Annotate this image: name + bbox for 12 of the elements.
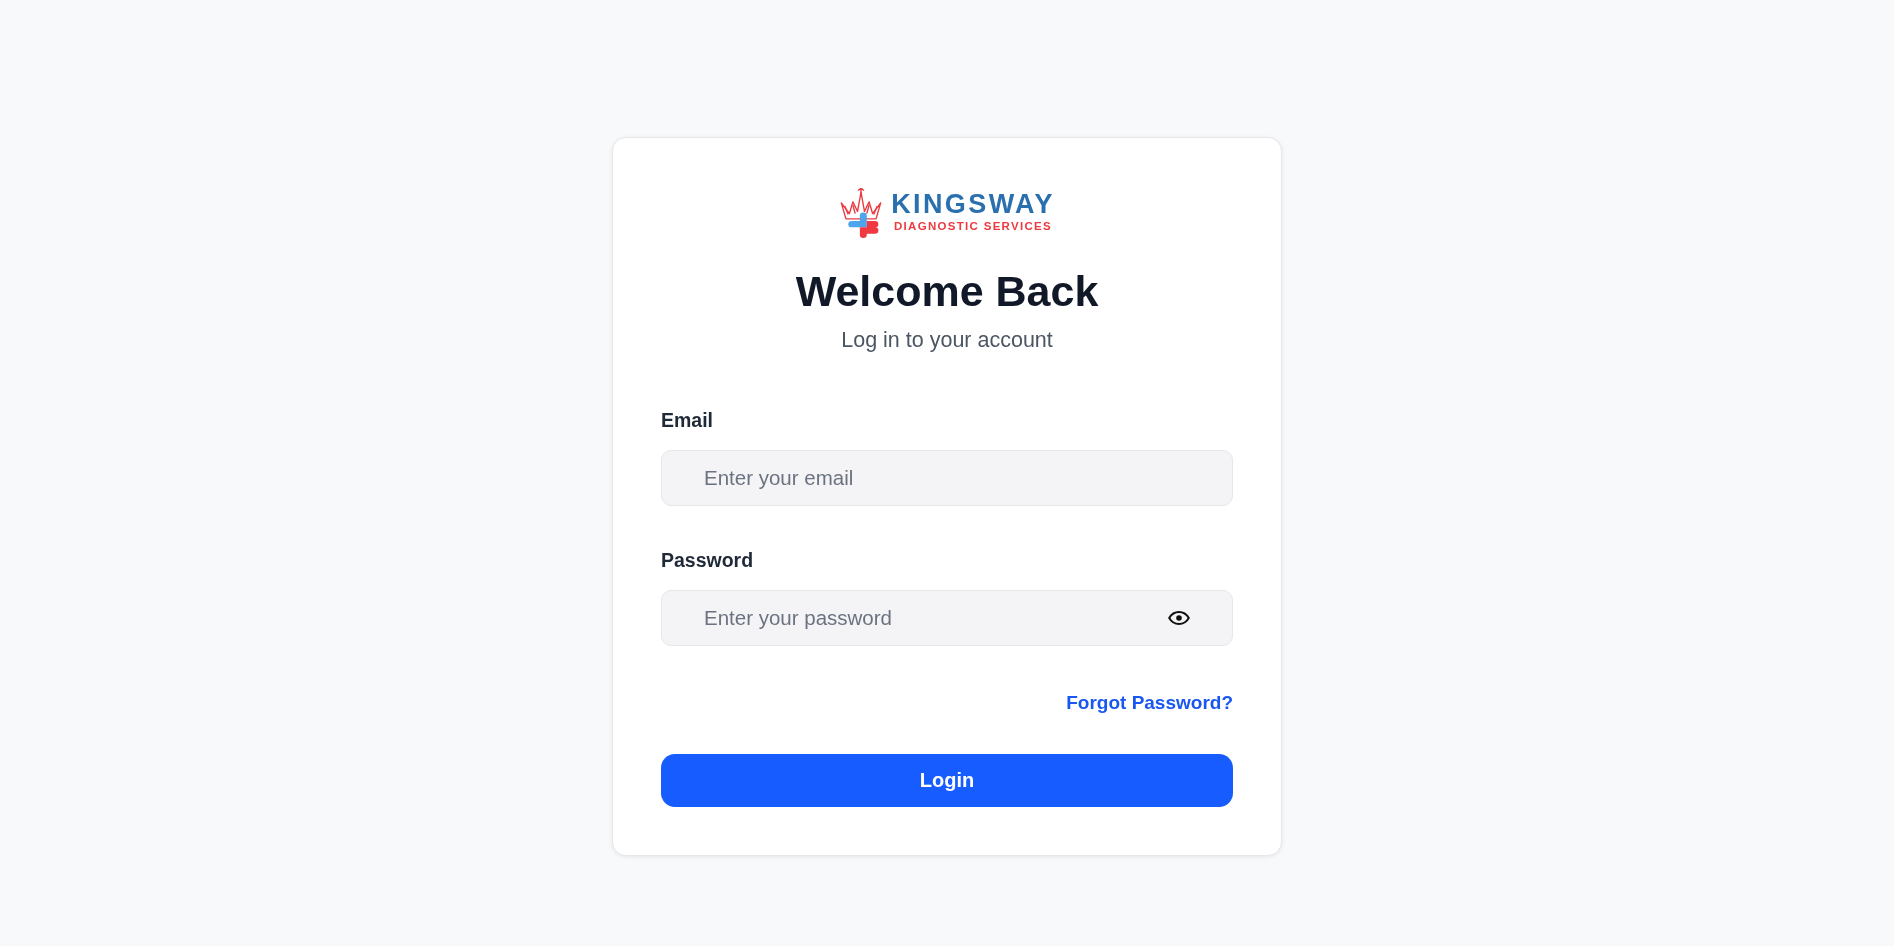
crown-cross-logo-icon <box>839 188 884 238</box>
email-label: Email <box>661 408 714 433</box>
password-label: Password <box>661 548 754 573</box>
brand-tagline: DIAGNOSTIC SERVICES <box>893 220 1052 233</box>
login-subtitle: Log in to your account <box>841 327 1053 354</box>
welcome-title: Welcome Back <box>795 266 1099 316</box>
forgot-password-link[interactable]: Forgot Password? <box>1066 691 1233 715</box>
password-field[interactable]: Enter your password <box>661 590 1233 646</box>
brand-name: KINGSWAY <box>891 191 1055 218</box>
login-button[interactable]: Login <box>661 754 1233 807</box>
eye-icon[interactable] <box>1168 611 1190 625</box>
email-field[interactable]: Enter your email <box>661 450 1233 506</box>
